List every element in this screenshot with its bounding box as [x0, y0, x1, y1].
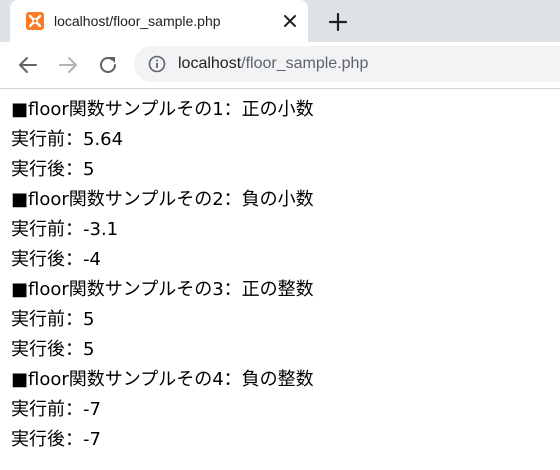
heading-sample-4: ■floor関数サンプルその4：負の整数	[11, 369, 314, 390]
heading-sample-2: ■floor関数サンプルその2：負の小数	[11, 189, 314, 210]
after-value-4: 実行後：-7	[11, 429, 101, 450]
url-host: localhost	[178, 55, 242, 72]
after-value-3: 実行後：5	[11, 339, 95, 360]
tab-title: localhost/floor_sample.php	[54, 13, 221, 29]
tab-strip: localhost/floor_sample.php	[0, 0, 560, 42]
browser-toolbar: localhost/floor_sample.php	[0, 42, 560, 89]
close-icon[interactable]	[280, 11, 300, 31]
heading-sample-1: ■floor関数サンプルその1：正の小数	[11, 99, 314, 120]
before-value-4: 実行前：-7	[11, 399, 101, 420]
after-value-2: 実行後：-4	[11, 249, 101, 270]
before-value-1: 実行前：5.64	[11, 129, 124, 150]
back-arrow-icon[interactable]	[16, 53, 40, 77]
after-value-1: 実行後：5	[11, 159, 95, 180]
address-bar[interactable]: localhost/floor_sample.php	[134, 46, 560, 82]
url-text[interactable]: localhost/floor_sample.php	[178, 55, 368, 73]
reload-icon[interactable]	[96, 53, 120, 77]
browser-tab[interactable]: localhost/floor_sample.php	[10, 0, 308, 42]
url-path: /floor_sample.php	[241, 55, 369, 72]
info-icon[interactable]	[148, 55, 166, 73]
before-value-2: 実行前：-3.1	[11, 219, 119, 240]
before-value-3: 実行前：5	[11, 309, 95, 330]
plus-icon[interactable]	[326, 10, 350, 34]
xampp-icon	[26, 12, 44, 30]
forward-arrow-icon[interactable]	[56, 53, 80, 77]
heading-sample-3: ■floor関数サンプルその3：正の整数	[11, 279, 314, 300]
page-content: ■floor関数サンプルその1：正の小数 実行前：5.64 実行後：5 ■flo…	[0, 89, 560, 455]
